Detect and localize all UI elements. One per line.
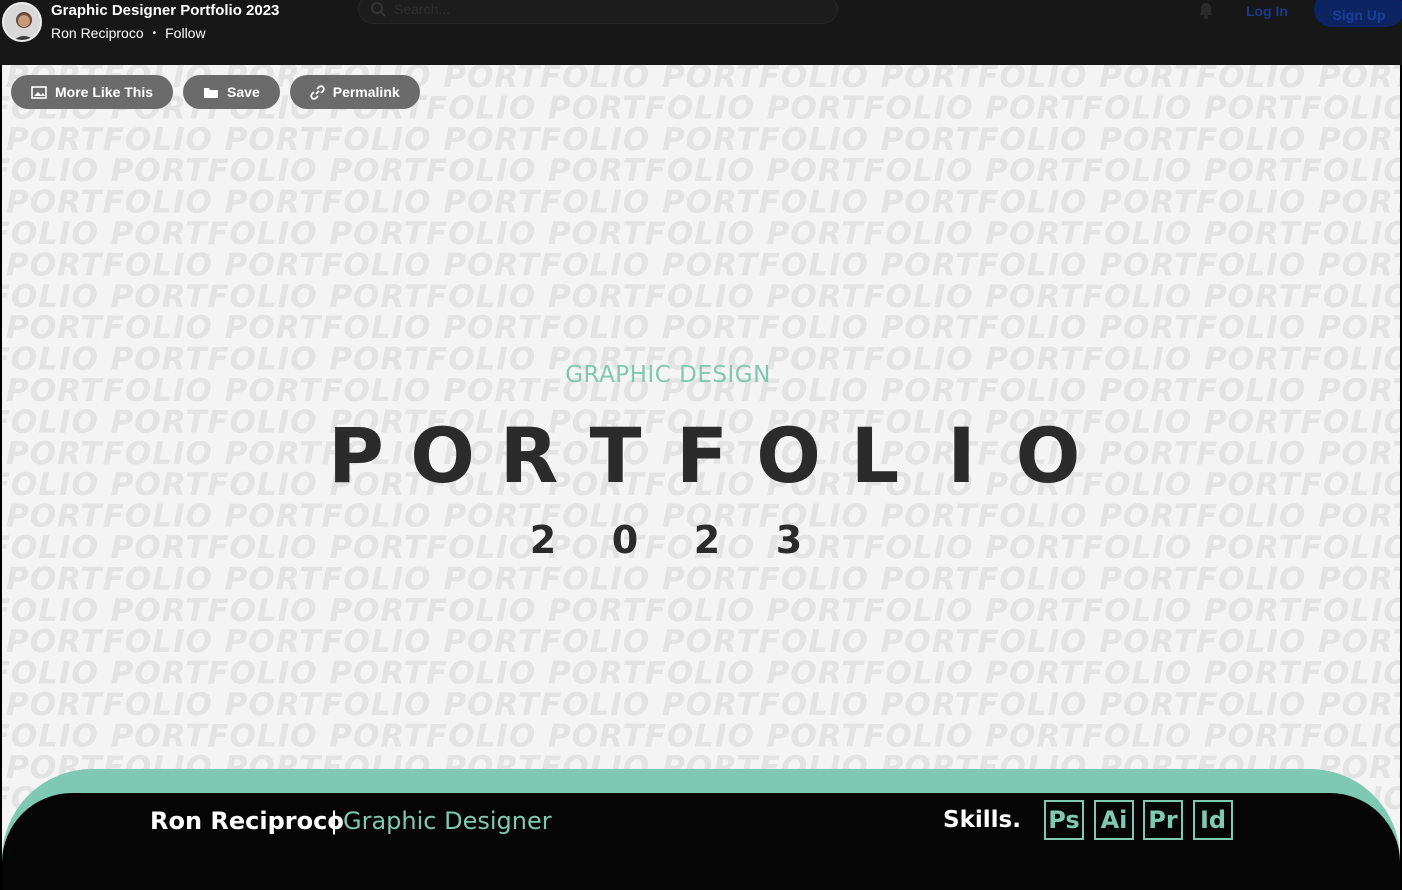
bell-icon[interactable]	[1198, 2, 1214, 25]
project-artwork: PORTFOLIO PORTFOLIO PORTFOLIO PORTFOLIO …	[2, 65, 1400, 890]
title-letter: P	[328, 411, 384, 500]
year-digit: 2	[694, 518, 720, 562]
search-icon	[371, 2, 386, 17]
skill-id-icon: Id	[1193, 800, 1233, 840]
skill-ai-icon: Ai	[1094, 800, 1134, 840]
title-letter: O	[756, 411, 821, 500]
search-input[interactable]	[394, 1, 794, 17]
title-letter: T	[590, 411, 642, 500]
title-letter: L	[851, 411, 899, 500]
footer-separator: |	[330, 807, 339, 835]
title-letter: O	[410, 411, 475, 500]
title-letter: F	[676, 411, 728, 500]
owner-separator: •	[152, 28, 157, 39]
footer-role: Graphic Designer	[343, 807, 552, 835]
title-letter: R	[500, 411, 559, 500]
footer-name: Ron Reciproco	[150, 807, 344, 835]
owner-row: Ron Reciproco • Follow	[51, 25, 206, 42]
year-digit: 3	[776, 518, 802, 562]
skills-label: Skills.	[943, 807, 1021, 833]
project-title: Graphic Designer Portfolio 2023	[51, 2, 280, 19]
signup-button[interactable]: Sign Up	[1314, 0, 1402, 27]
skill-ps-icon: Ps	[1044, 800, 1084, 840]
year-digit: 0	[612, 518, 638, 562]
year-digit: 2	[530, 518, 556, 562]
skill-pr-icon: Pr	[1143, 800, 1183, 840]
avatar[interactable]	[2, 2, 42, 42]
top-bar: Graphic Designer Portfolio 2023 Ron Reci…	[0, 0, 1402, 65]
artwork-title-group: P O R T F O L I O2 0 2 3	[328, 411, 1081, 562]
avatar-image	[4, 4, 40, 40]
title-letter: O	[1016, 411, 1081, 500]
owner-link[interactable]: Ron Reciproco	[51, 25, 144, 42]
login-link[interactable]: Log In	[1246, 3, 1288, 19]
search-bar[interactable]	[358, 0, 838, 24]
title-letter: I	[947, 411, 975, 500]
follow-link[interactable]: Follow	[165, 25, 205, 42]
